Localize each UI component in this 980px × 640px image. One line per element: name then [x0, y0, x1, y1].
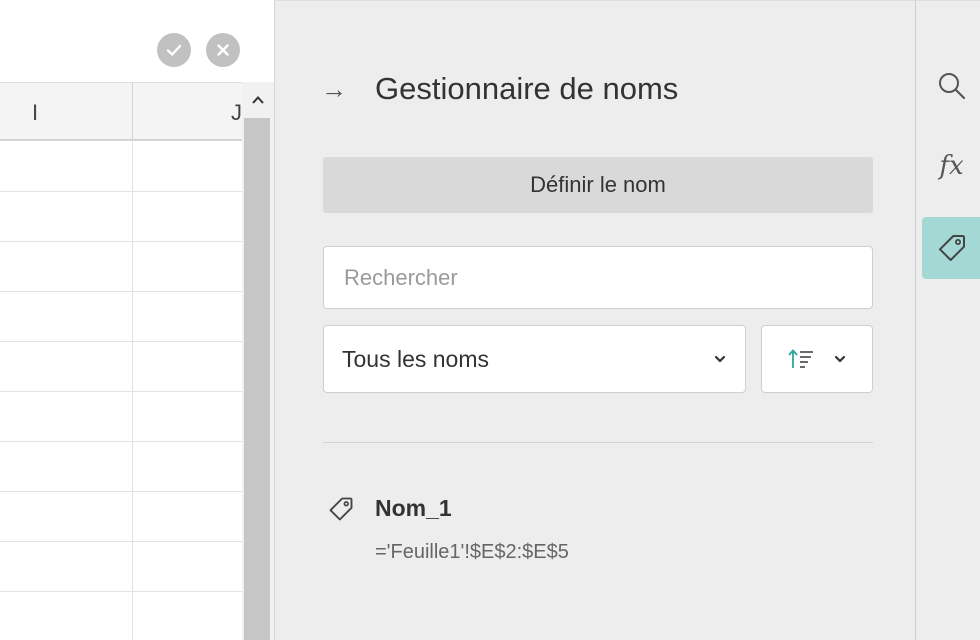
panel-title: Gestionnaire de noms [375, 71, 679, 106]
column-header-j[interactable]: J [133, 83, 242, 140]
name-manager-panel: → Gestionnaire de noms Définir le nom To… [274, 0, 915, 640]
column-label: I [32, 100, 39, 125]
column-divider [132, 192, 133, 242]
function-button[interactable]: fx [922, 135, 980, 197]
divider [323, 442, 873, 443]
grid-row[interactable] [0, 192, 242, 242]
formula-bar [0, 0, 274, 82]
cancel-formula-button[interactable] [206, 33, 240, 67]
grid-row[interactable] [0, 142, 242, 192]
search-input[interactable] [323, 246, 873, 309]
arrow-right-icon[interactable]: → [321, 71, 347, 107]
grid-row[interactable] [0, 392, 242, 442]
column-divider [132, 592, 133, 640]
column-divider [132, 142, 133, 192]
grid-row[interactable] [0, 492, 242, 542]
grid-row[interactable] [0, 292, 242, 342]
check-icon [166, 44, 182, 56]
column-header-i[interactable]: I [0, 83, 133, 140]
scrollbar-thumb[interactable] [244, 118, 270, 640]
search-icon [938, 73, 965, 100]
spreadsheet-area: I J [0, 0, 274, 640]
sort-button[interactable] [761, 325, 873, 393]
column-divider [132, 442, 133, 492]
grid-row[interactable] [0, 242, 242, 292]
tag-icon [938, 235, 965, 261]
right-toolbar: fx [915, 0, 980, 640]
sort-ascending-icon [788, 349, 813, 368]
grid-row[interactable] [0, 342, 242, 392]
filter-value: Tous les noms [342, 345, 490, 372]
column-divider [132, 342, 133, 392]
defined-name-label: Nom_1 [375, 495, 452, 521]
chevron-down-icon [714, 355, 726, 363]
grid-row[interactable] [0, 542, 242, 592]
chevron-down-icon [834, 355, 846, 363]
name-manager-button[interactable] [922, 217, 980, 279]
tag-icon [329, 497, 353, 521]
column-divider [132, 242, 133, 292]
column-headers: I J [0, 82, 242, 141]
grid-row[interactable] [0, 592, 242, 640]
close-icon [217, 44, 229, 56]
scroll-up-button[interactable] [242, 82, 274, 118]
function-icon: fx [939, 151, 964, 181]
app-window: I J → Gestionnaire de noms Définir le no… [0, 0, 980, 640]
define-name-button[interactable]: Définir le nom [323, 157, 873, 213]
panel-header: → Gestionnaire de noms [321, 69, 678, 109]
column-divider [132, 392, 133, 442]
column-divider [132, 542, 133, 592]
confirm-formula-button[interactable] [157, 33, 191, 67]
column-divider [132, 292, 133, 342]
names-filter-select[interactable]: Tous les noms [323, 325, 746, 393]
vertical-scrollbar[interactable] [242, 82, 274, 640]
defined-name-item[interactable]: Nom_1 ='Feuille1'!$E$2:$E$5 [323, 489, 873, 579]
column-label: J [231, 100, 242, 125]
grid-row[interactable] [0, 442, 242, 492]
chevron-up-icon [252, 96, 264, 104]
column-divider [132, 492, 133, 542]
search-button[interactable] [922, 55, 980, 117]
defined-name-reference: ='Feuille1'!$E$2:$E$5 [375, 541, 569, 563]
